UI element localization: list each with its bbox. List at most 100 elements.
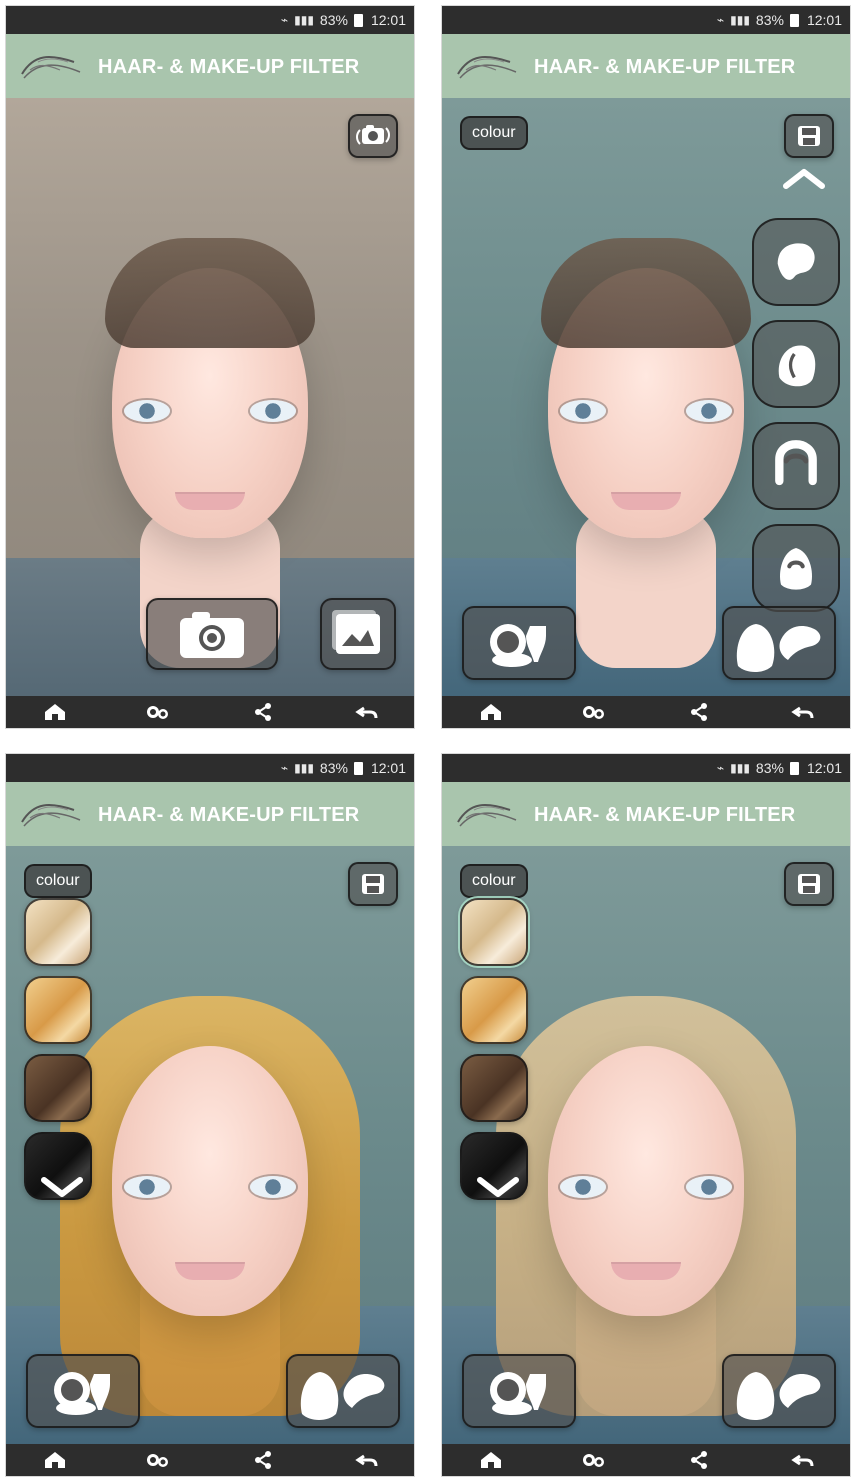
phone-screen-4: ⌁ ▮▮▮ 83% 12:01 HAAR- & MAKE-UP FILTER c…	[442, 754, 850, 1476]
mouth	[175, 1262, 245, 1280]
clock: 12:01	[806, 12, 842, 28]
share-icon[interactable]	[250, 1450, 276, 1470]
swatch-1[interactable]	[24, 898, 92, 966]
photo-area	[6, 98, 414, 696]
app-header: HAAR- & MAKE-UP FILTER	[6, 34, 414, 100]
signal-icon: ▮▮▮	[730, 761, 750, 775]
left-eye	[124, 1176, 170, 1198]
makeup-button[interactable]	[26, 1354, 140, 1428]
hairstyle-option-2[interactable]	[752, 320, 840, 408]
home-icon[interactable]	[478, 1450, 504, 1470]
hair	[105, 238, 315, 348]
app-header: HAAR- & MAKE-UP FILTER	[6, 782, 414, 848]
share-icon[interactable]	[250, 702, 276, 722]
hair-icon	[300, 1372, 385, 1420]
gallery-button[interactable]	[320, 598, 396, 670]
home-icon[interactable]	[42, 1450, 68, 1470]
swatch-2[interactable]	[24, 976, 92, 1044]
colour-label: colour	[36, 872, 80, 889]
save-button[interactable]	[784, 862, 834, 906]
scroll-down-chevron-icon[interactable]	[476, 1176, 520, 1198]
battery-percentage: 83%	[319, 760, 348, 776]
mouth	[611, 492, 681, 510]
wifi-icon: ⌁	[716, 761, 725, 775]
share-icon[interactable]	[686, 702, 712, 722]
makeup-button[interactable]	[462, 606, 576, 680]
status-bar: ⌁ ▮▮▮ 83% 12:01	[442, 6, 850, 34]
clock: 12:01	[370, 760, 406, 776]
photo-area: colour	[442, 846, 850, 1444]
makeup-icon	[490, 624, 546, 667]
makeup-button[interactable]	[462, 1354, 576, 1428]
settings-gears-icon[interactable]	[144, 702, 170, 722]
save-button[interactable]	[784, 114, 834, 158]
save-button[interactable]	[348, 862, 398, 906]
hairstyle-option-4[interactable]	[752, 524, 840, 612]
right-eye	[686, 1176, 732, 1198]
hair-button[interactable]	[286, 1354, 400, 1428]
swatch-1[interactable]	[460, 898, 528, 966]
app-logo	[457, 56, 517, 79]
app-title: HAAR- & MAKE-UP FILTER	[534, 804, 796, 826]
swatch-3[interactable]	[460, 1054, 528, 1122]
app-title: HAAR- & MAKE-UP FILTER	[534, 56, 796, 78]
colour-button[interactable]: colour	[460, 864, 528, 898]
battery-icon	[353, 761, 363, 775]
signal-icon: ▮▮▮	[730, 13, 750, 27]
hairstyle-1-icon	[777, 243, 815, 280]
right-eye	[686, 400, 732, 422]
status-bar: ⌁ ▮▮▮ 83% 12:01	[6, 6, 414, 34]
home-icon[interactable]	[42, 702, 68, 722]
share-icon[interactable]	[686, 1450, 712, 1470]
battery-percentage: 83%	[319, 12, 348, 28]
swatch-3[interactable]	[24, 1054, 92, 1122]
capture-photo-button[interactable]	[146, 598, 278, 670]
back-icon[interactable]	[354, 702, 380, 722]
colour-swatch-list	[24, 898, 92, 1200]
wifi-icon: ⌁	[280, 761, 289, 775]
settings-gears-icon[interactable]	[144, 1450, 170, 1470]
switch-camera-icon	[356, 125, 390, 145]
battery-icon	[789, 761, 799, 775]
back-icon[interactable]	[790, 702, 816, 722]
app-header: HAAR- & MAKE-UP FILTER	[442, 782, 850, 848]
app-logo	[21, 56, 81, 79]
back-icon[interactable]	[790, 1450, 816, 1470]
signal-icon: ▮▮▮	[294, 761, 314, 775]
app-title: HAAR- & MAKE-UP FILTER	[98, 804, 360, 826]
colour-button[interactable]: colour	[460, 116, 528, 150]
phone-screen-1: ⌁ ▮▮▮ 83% 12:01 HAAR- & MAKE-UP FILTER	[6, 6, 414, 728]
colour-label: colour	[472, 872, 516, 889]
bottom-navigation	[6, 1444, 414, 1476]
mouth	[175, 492, 245, 510]
home-icon[interactable]	[478, 702, 504, 722]
colour-swatch-list	[460, 898, 528, 1200]
hairstyle-option-3[interactable]	[752, 422, 840, 510]
app-header: HAAR- & MAKE-UP FILTER	[442, 34, 850, 100]
hair-icon	[736, 1372, 821, 1420]
app-title: HAAR- & MAKE-UP FILTER	[98, 56, 360, 78]
settings-gears-icon[interactable]	[580, 702, 606, 722]
hairstyle-2-icon	[778, 345, 816, 387]
photo-area: colour	[442, 98, 850, 696]
clock: 12:01	[806, 760, 842, 776]
settings-gears-icon[interactable]	[580, 1450, 606, 1470]
hair-icon	[736, 624, 821, 672]
makeup-icon	[54, 1372, 110, 1415]
scroll-down-chevron-icon[interactable]	[40, 1176, 84, 1198]
status-right: ⌁ ▮▮▮ 83% 12:01	[717, 12, 842, 28]
status-bar: ⌁ ▮▮▮ 83% 12:01	[6, 754, 414, 782]
left-eye	[560, 400, 606, 422]
colour-button[interactable]: colour	[24, 864, 92, 898]
back-icon[interactable]	[354, 1450, 380, 1470]
battery-icon	[353, 13, 363, 27]
switch-camera-button[interactable]	[348, 114, 398, 158]
save-icon	[798, 874, 820, 894]
right-eye	[250, 1176, 296, 1198]
hair-button[interactable]	[722, 1354, 836, 1428]
hair-button[interactable]	[722, 606, 836, 680]
hairstyle-option-1[interactable]	[752, 218, 840, 306]
hair	[541, 238, 751, 348]
scroll-up-chevron-icon[interactable]	[782, 168, 826, 190]
swatch-2[interactable]	[460, 976, 528, 1044]
